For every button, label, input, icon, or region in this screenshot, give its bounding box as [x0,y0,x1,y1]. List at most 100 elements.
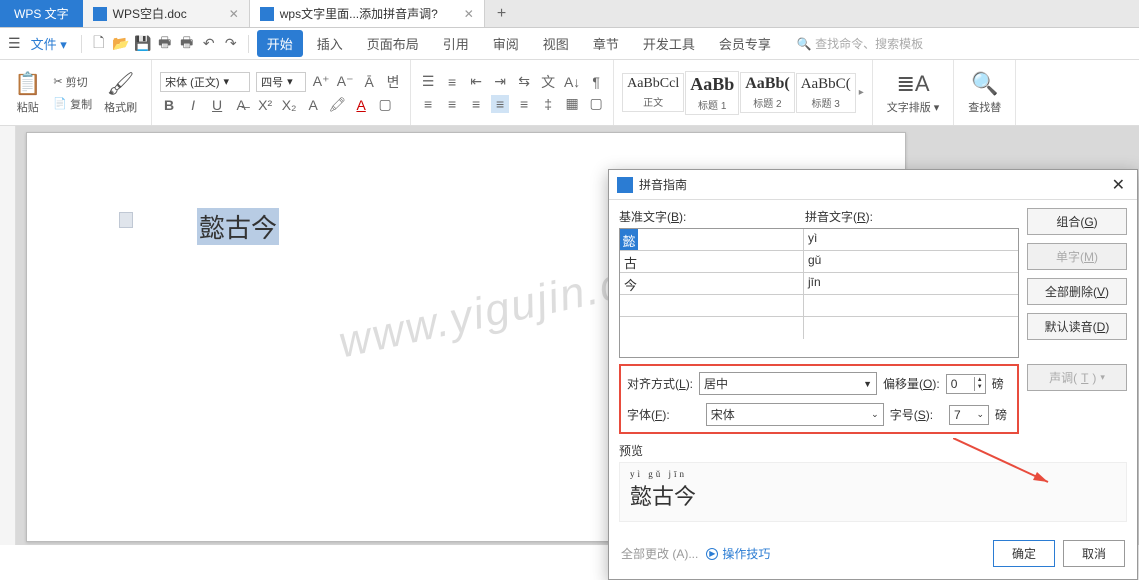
menu-chapter[interactable]: 章节 [583,30,629,57]
default-reading-button[interactable]: 默认读音(D) [1027,313,1127,340]
align-center-icon[interactable]: ≡ [443,95,461,113]
align-right-icon[interactable]: ≡ [467,95,485,113]
close-icon[interactable]: ✕ [229,7,239,21]
single-button: 单字(M) [1027,243,1127,270]
font-size-select[interactable]: 四号▾ [256,72,306,92]
text-layout-button[interactable]: ≣A 文字排版 ▾ [881,69,946,117]
tab-label: wps文字里面...添加拼音声调? [280,5,438,22]
find-button[interactable]: 🔍 查找替 [962,69,1007,117]
menu-start[interactable]: 开始 [257,30,303,57]
selected-text[interactable]: 懿古今 [197,208,279,245]
align-select[interactable]: 居中▼ [699,372,877,395]
cut-button[interactable]: ✂ 剪切 [53,74,92,90]
style-h1[interactable]: AaBb 标题 1 [685,71,739,115]
delete-all-button[interactable]: 全部删除(V) [1027,278,1127,305]
pinyin-cell-2[interactable]: jīn [804,273,1018,294]
pinyin-cell-1[interactable]: gǔ [804,251,1018,272]
highlight-icon[interactable]: 🖍 [328,96,346,114]
text-layout-group: ≣A 文字排版 ▾ [873,60,955,125]
format-brush-button[interactable]: 🖌 格式刷 [98,69,143,117]
dialog-close-button[interactable]: ✕ [1108,175,1129,195]
menu-layout[interactable]: 页面布局 [357,30,429,57]
change-all-button: 全部更改 (A)... [621,545,698,562]
menu-dev[interactable]: 开发工具 [633,30,705,57]
clear-format-icon[interactable]: Ā [360,73,378,91]
font-select[interactable]: 宋体⌄ [706,403,884,426]
unit-label-2: 磅 [995,406,1007,423]
new-doc-icon[interactable]: 🗋 [90,35,108,53]
save-icon[interactable]: 💾 [134,35,152,53]
style-normal[interactable]: AaBbCcl 正文 [622,73,684,112]
copy-button[interactable]: 📄 复制 [53,96,92,112]
find-group: 🔍 查找替 [954,60,1016,125]
style-h3[interactable]: AaBbC( 标题 3 [796,73,856,113]
underline-icon[interactable]: U [208,96,226,114]
subscript-icon[interactable]: X₂ [280,96,298,114]
font-group: 宋体 (正文)▾ 四号▾ A⁺ A⁻ Ā 변 B I U A̶ X² X₂ A … [152,60,411,125]
redo-icon[interactable]: ↷ [222,35,240,53]
line-spacing-icon[interactable]: ‡ [539,95,557,113]
indent-dec-icon[interactable]: ⇤ [467,73,485,91]
menu-vip[interactable]: 会员专享 [709,30,781,57]
pinyin-cell-0[interactable]: yì [804,229,1018,250]
grow-font-icon[interactable]: A⁺ [312,73,330,91]
menu-reference[interactable]: 引用 [433,30,479,57]
print-preview-icon[interactable]: 🖶 [178,35,196,53]
italic-icon[interactable]: I [184,96,202,114]
base-cell-2[interactable]: 今 [620,273,804,294]
tab-icon[interactable]: ⇆ [515,73,533,91]
distribute-icon[interactable]: ≡ [515,95,533,113]
tips-link[interactable]: ▶ 操作技巧 [706,545,770,562]
menu-insert[interactable]: 插入 [307,30,353,57]
font-family-select[interactable]: 宋体 (正文)▾ [160,72,250,92]
pinyin-table[interactable]: 懿 yì 古 gǔ 今 jīn [619,228,1019,358]
unit-label: 磅 [992,375,1004,392]
pinyin-icon[interactable]: 변 [384,73,402,91]
document-tab-1[interactable]: WPS空白.doc ✕ [83,0,250,27]
char-icon[interactable]: 文 [539,73,557,91]
superscript-icon[interactable]: X² [256,96,274,114]
cancel-button[interactable]: 取消 [1063,540,1125,567]
border-icon[interactable]: ▢ [376,96,394,114]
menu-icon[interactable]: ☰ [8,35,21,52]
offset-input[interactable]: 0 ▲▼ [946,374,986,394]
menu-view[interactable]: 视图 [533,30,579,57]
align-justify-icon[interactable]: ≡ [491,95,509,113]
doc-icon [93,7,107,21]
layout-icon: ≣A [896,71,929,97]
shrink-font-icon[interactable]: A⁻ [336,73,354,91]
tone-button: 声调(T) ▾ [1027,364,1127,391]
align-left-icon[interactable]: ≡ [419,95,437,113]
undo-icon[interactable]: ↶ [200,35,218,53]
combine-button[interactable]: 组合(G) [1027,208,1127,235]
size-select[interactable]: 7⌄ [949,405,989,425]
offset-label: 偏移量(O): [883,375,940,392]
indent-inc-icon[interactable]: ⇥ [491,73,509,91]
print-icon[interactable]: 🖶 [156,35,174,53]
menu-review[interactable]: 审阅 [483,30,529,57]
paste-button[interactable]: 📋 粘贴 [8,69,47,117]
numbering-icon[interactable]: ≡ [443,73,461,91]
annotation-arrow [953,438,1063,488]
open-icon[interactable]: 📂 [112,35,130,53]
bullets-icon[interactable]: ☰ [419,73,437,91]
style-h2[interactable]: AaBb( 标题 2 [740,72,794,113]
borders-icon[interactable]: ▢ [587,95,605,113]
bold-icon[interactable]: B [160,96,178,114]
font-effects-icon[interactable]: A [304,96,322,114]
document-tab-2[interactable]: wps文字里面...添加拼音声调? ✕ [250,0,485,27]
sort-icon[interactable]: A↓ [563,73,581,91]
new-tab-button[interactable]: + [485,0,518,27]
ok-button[interactable]: 确定 [993,540,1055,567]
strike-icon[interactable]: A̶ [232,96,250,114]
search-input[interactable]: 🔍 查找命令、搜索模板 [797,35,923,52]
font-color-icon[interactable]: A [352,96,370,114]
base-cell-1[interactable]: 古 [620,251,804,272]
style-more-icon[interactable]: ▸ [859,87,864,98]
play-icon: ▶ [706,548,718,560]
base-cell-0[interactable]: 懿 [620,229,804,250]
show-marks-icon[interactable]: ¶ [587,73,605,91]
file-menu[interactable]: 文件 ▾ [25,34,73,53]
close-icon[interactable]: ✕ [464,7,474,21]
shading-icon[interactable]: ▦ [563,95,581,113]
